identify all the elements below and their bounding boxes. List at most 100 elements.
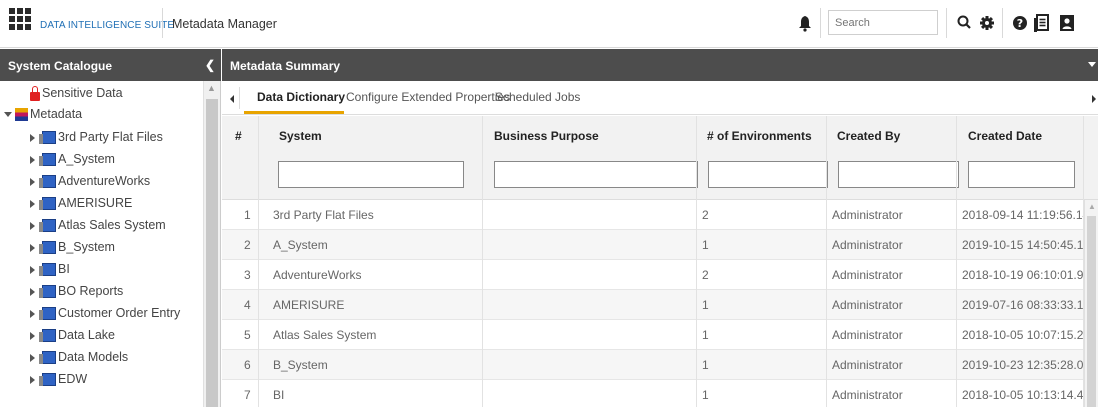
tree-item-label: A_System [58, 152, 115, 166]
divider [239, 87, 240, 109]
gear-icon[interactable] [978, 13, 996, 33]
expand-arrow-icon[interactable] [30, 133, 35, 142]
tree-item-system[interactable]: B_System [30, 240, 115, 262]
system-icon [39, 373, 56, 387]
scroll-up-icon[interactable]: ▲ [1088, 202, 1096, 211]
created-date-filter-input[interactable] [968, 161, 1075, 188]
tree-item-label: Customer Order Entry [58, 306, 181, 320]
column-header-system[interactable]: System [279, 129, 322, 143]
tree-item-label: EDW [58, 372, 88, 386]
table-row[interactable]: 7 BI 1 Administrator 2018-10-05 10:13:14… [222, 380, 1097, 407]
tree-scrollbar[interactable]: ▲ [203, 81, 220, 407]
system-icon [39, 285, 56, 299]
app-name: Metadata Manager [172, 17, 277, 31]
tree-item-label: B_System [58, 240, 115, 254]
system-icon [39, 153, 56, 167]
column-header-number[interactable]: # [235, 129, 242, 143]
system-icon [39, 263, 56, 277]
expand-arrow-icon[interactable] [30, 243, 35, 252]
column-header-environments[interactable]: # of Environments [707, 129, 812, 143]
document-icon[interactable] [1033, 13, 1051, 33]
system-icon [39, 241, 56, 255]
app-grid-icon[interactable] [9, 8, 31, 30]
column-header-created-date[interactable]: Created Date [968, 129, 1042, 143]
expand-arrow-icon[interactable] [30, 287, 35, 296]
tree-item-sensitive-data[interactable]: Sensitive Data [30, 86, 123, 108]
system-icon [39, 197, 56, 211]
tab-configure-extended-properties[interactable]: Configure Extended Properties [346, 90, 510, 104]
tree-item-system[interactable]: Data Lake [30, 328, 115, 350]
metadata-summary-header: Metadata Summary [222, 49, 1098, 81]
environments-filter-input[interactable] [708, 161, 828, 188]
scrollbar-thumb[interactable] [206, 99, 218, 407]
system-icon [39, 219, 56, 233]
tab-data-dictionary[interactable]: Data Dictionary [257, 90, 345, 104]
column-header-created-by[interactable]: Created By [837, 129, 900, 143]
expand-arrow-icon[interactable] [30, 155, 35, 164]
tree-item-system[interactable]: 3rd Party Flat Files [30, 130, 163, 152]
table-row[interactable]: 6 B_System 1 Administrator 2019-10-23 12… [222, 350, 1090, 380]
tree-item-system[interactable]: Customer Order Entry [30, 306, 180, 328]
divider [162, 8, 163, 38]
expand-arrow-icon[interactable] [30, 353, 35, 362]
tree-item-system[interactable]: A_System [30, 152, 115, 174]
bell-icon[interactable] [798, 14, 812, 32]
system-cell: 3rd Party Flat Files [273, 208, 374, 222]
column-header-business-purpose[interactable]: Business Purpose [494, 129, 599, 143]
tree-item-metadata[interactable]: Metadata [4, 107, 82, 129]
created-by-cell: Administrator [832, 388, 903, 402]
created-by-filter-input[interactable] [838, 161, 959, 188]
system-cell: AMERISURE [273, 298, 345, 312]
search-input[interactable] [828, 10, 938, 35]
row-number: 1 [244, 208, 251, 222]
user-icon[interactable] [1058, 13, 1076, 33]
expand-arrow-icon[interactable] [30, 309, 35, 318]
tree-item-label: Atlas Sales System [58, 218, 166, 232]
tab-scroll-left-icon[interactable] [230, 95, 234, 103]
chevron-down-icon[interactable] [1088, 62, 1096, 67]
expand-arrow-icon[interactable] [30, 199, 35, 208]
svg-text:?: ? [1017, 17, 1023, 30]
system-icon [39, 175, 56, 189]
tree-item-label: Metadata [30, 107, 83, 121]
suite-name[interactable]: DATA INTELLIGENCE SUITE [40, 20, 174, 31]
tree-item-system[interactable]: Data Models [30, 350, 128, 372]
tree-item-system[interactable]: BO Reports [30, 284, 123, 306]
tab-scheduled-jobs[interactable]: Scheduled Jobs [495, 90, 580, 104]
expand-arrow-icon[interactable] [30, 375, 35, 384]
created-by-cell: Administrator [832, 358, 903, 372]
expand-arrow-icon[interactable] [30, 177, 35, 186]
tree-item-system[interactable]: AMERISURE [30, 196, 132, 218]
tab-scroll-right-icon[interactable] [1092, 95, 1096, 103]
environments-cell: 2 [702, 268, 709, 282]
table-row[interactable]: 5 Atlas Sales System 1 Administrator 201… [222, 320, 1097, 350]
scrollbar-thumb[interactable] [1087, 216, 1096, 407]
help-icon[interactable]: ? [1011, 13, 1029, 33]
row-number: 5 [244, 328, 251, 342]
tree-item-system[interactable]: AdventureWorks [30, 174, 150, 196]
system-filter-input[interactable] [278, 161, 464, 188]
table-row[interactable]: 3 AdventureWorks 2 Administrator 2018-10… [222, 260, 1090, 290]
table-row[interactable]: 2 A_System 1 Administrator 2019-10-15 14… [222, 230, 1097, 260]
table-row[interactable]: 4 AMERISURE 1 Administrator 2019-07-16 0… [222, 290, 1097, 320]
expand-arrow-icon[interactable] [30, 265, 35, 274]
scroll-up-icon[interactable]: ▲ [207, 83, 216, 93]
system-icon [39, 131, 56, 145]
search-icon[interactable] [956, 13, 974, 33]
tree-item-label: Data Models [58, 350, 129, 364]
active-tab-indicator [244, 111, 344, 114]
tree-item-system[interactable]: BI [30, 262, 70, 284]
tree-item-system[interactable]: EDW [30, 372, 87, 394]
column-divider [826, 116, 827, 407]
tree-item-system[interactable]: Atlas Sales System [30, 218, 166, 240]
created-date-cell: 2019-10-15 14:50:45.137 [962, 238, 1097, 252]
table-row[interactable]: 1 3rd Party Flat Files 2 Administrator 2… [222, 200, 1096, 230]
created-date-cell: 2018-10-05 10:07:15.243 [962, 328, 1097, 342]
table-scrollbar[interactable]: ▲ [1084, 200, 1098, 407]
expand-arrow-icon[interactable] [30, 331, 35, 340]
business-purpose-filter-input[interactable] [494, 161, 698, 188]
collapse-panel-icon[interactable]: ❮ [205, 58, 215, 72]
system-cell: A_System [273, 238, 328, 252]
expand-arrow-icon[interactable] [30, 221, 35, 230]
expand-arrow-icon[interactable] [4, 112, 12, 118]
